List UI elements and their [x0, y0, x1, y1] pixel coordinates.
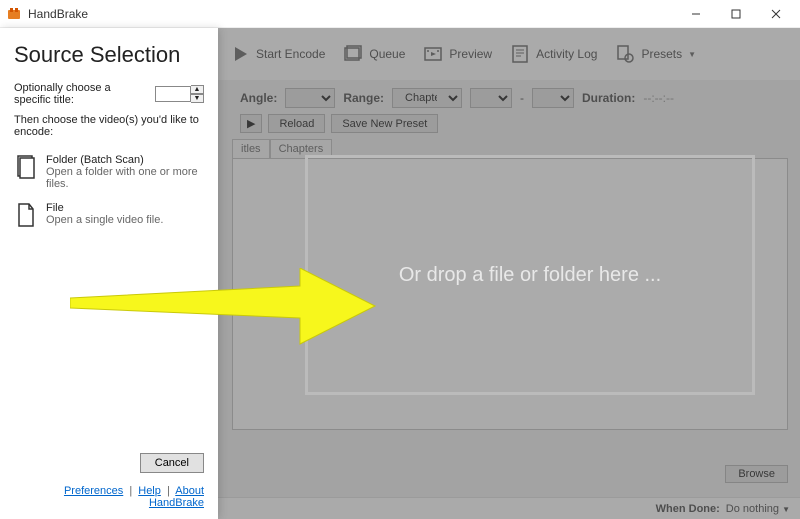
file-desc: Open a single video file.: [46, 214, 163, 226]
then-choose-label: Then choose the video(s) you'd like to e…: [14, 114, 204, 138]
file-title: File: [46, 202, 163, 214]
titlebar: HandBrake: [0, 0, 800, 28]
cancel-button[interactable]: Cancel: [140, 453, 204, 473]
folder-icon: [16, 154, 36, 180]
window-title: HandBrake: [28, 7, 676, 21]
title-spinner[interactable]: ▲ ▼: [191, 85, 204, 103]
file-icon: [16, 202, 36, 228]
source-selection-heading: Source Selection: [14, 42, 204, 68]
preferences-link[interactable]: Preferences: [64, 485, 123, 497]
maximize-button[interactable]: [716, 0, 756, 28]
drop-zone[interactable]: Or drop a file or folder here ...: [305, 155, 755, 395]
app-icon: [6, 6, 22, 22]
spin-up-icon[interactable]: ▲: [191, 85, 204, 94]
help-link[interactable]: Help: [138, 485, 161, 497]
source-file-option[interactable]: File Open a single video file.: [14, 196, 204, 234]
close-button[interactable]: [756, 0, 796, 28]
minimize-button[interactable]: [676, 0, 716, 28]
source-selection-panel: Source Selection Optionally choose a spe…: [0, 28, 218, 519]
specific-title-input[interactable]: [155, 86, 191, 102]
folder-desc: Open a folder with one or more files.: [46, 166, 202, 190]
optional-title-label: Optionally choose a specific title:: [14, 82, 149, 106]
spin-down-icon[interactable]: ▼: [191, 94, 204, 103]
source-folder-option[interactable]: Folder (Batch Scan) Open a folder with o…: [14, 148, 204, 196]
folder-title: Folder (Batch Scan): [46, 154, 202, 166]
drop-zone-text: Or drop a file or folder here ...: [399, 264, 661, 287]
